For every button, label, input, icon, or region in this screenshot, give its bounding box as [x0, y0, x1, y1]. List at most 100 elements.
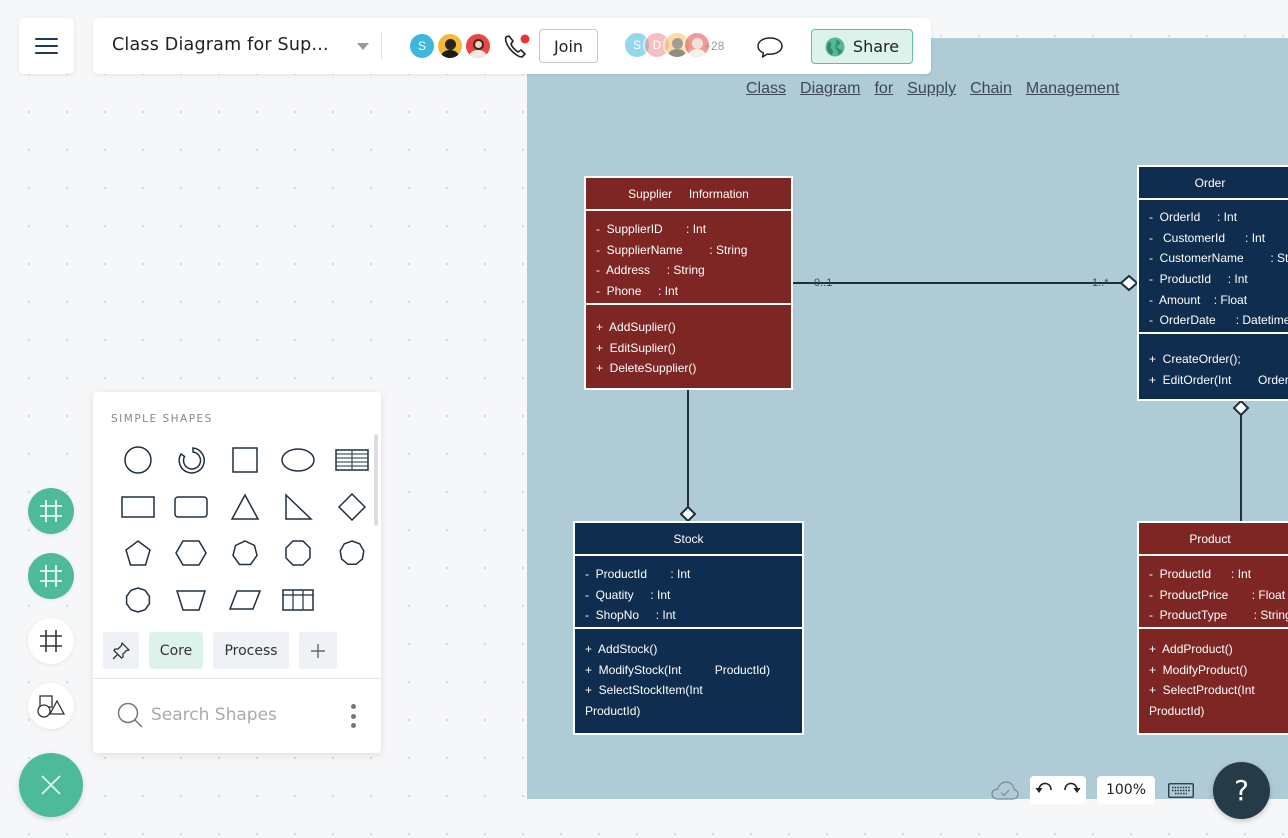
shape-rectangle[interactable] — [111, 484, 165, 531]
class-operations: + CreateOrder(); + EditOrder(Int OrderId… — [1139, 334, 1288, 390]
multiplicity-label: 0..1 — [814, 277, 833, 289]
operation-row: ProductId) — [1149, 704, 1205, 719]
top-toolbar: Class Diagram for Sup... S Join S D +28 … — [93, 18, 931, 74]
shapes-panel: SIMPLE SHAPES Core Process — [93, 392, 381, 753]
title-dropdown-caret-icon[interactable] — [357, 43, 369, 50]
attribute-row: - ProductId : Int — [585, 567, 691, 581]
hamburger-menu-icon — [35, 38, 58, 54]
attribute-row: - SupplierName : String — [596, 242, 748, 257]
shape-grid-table[interactable] — [272, 577, 326, 624]
class-operations: + AddProduct() + ModifyProduct() + Selec… — [1139, 629, 1288, 722]
operation-row: + EditSuplier() — [596, 340, 676, 355]
search-shapes-input[interactable] — [151, 705, 351, 725]
operation-row: ProductId) — [585, 704, 641, 719]
shapes-tool[interactable] — [28, 683, 74, 729]
operation-row: + AddSuplier() — [596, 320, 676, 334]
shape-trapezoid[interactable] — [165, 577, 219, 624]
document-title[interactable]: Class Diagram for Sup... — [112, 35, 329, 55]
phone-call-icon[interactable] — [502, 32, 532, 60]
more-options-icon[interactable] — [349, 704, 357, 728]
attribute-row: - OrderDate : Datetime — [1149, 313, 1288, 328]
frame-tool-3[interactable] — [28, 618, 74, 664]
shape-ring[interactable] — [165, 437, 219, 484]
shape-rounded-rectangle[interactable] — [165, 484, 219, 531]
shape-circle[interactable] — [111, 437, 165, 484]
library-tabs: Core Process — [103, 632, 337, 669]
toolbar-divider — [381, 32, 382, 60]
shape-square[interactable] — [218, 437, 272, 484]
attribute-row: - ProductId : Int — [1149, 567, 1252, 581]
attribute-row: - Address : String — [596, 263, 705, 278]
operation-row: + AddProduct() — [1149, 642, 1233, 656]
zoom-level[interactable]: 100% — [1097, 776, 1155, 804]
panel-scrollbar[interactable] — [374, 434, 378, 526]
shape-octagon[interactable] — [272, 530, 326, 577]
shape-ellipse[interactable] — [272, 437, 326, 484]
shape-pentagon[interactable] — [111, 530, 165, 577]
operation-row: + CreateOrder(); — [1149, 352, 1241, 366]
attribute-row: - Amount : Float — [1149, 292, 1248, 307]
attribute-row: - SupplierID : Int — [596, 222, 707, 236]
add-library-tab[interactable] — [299, 632, 337, 669]
close-panel-button[interactable] — [19, 753, 83, 817]
shapes-icon — [37, 695, 66, 718]
operation-row: + ModifyStock(Int ProductId) — [585, 662, 771, 677]
pin-tab[interactable] — [103, 632, 139, 669]
frame-icon — [40, 500, 62, 522]
frame-icon — [40, 565, 62, 587]
share-button[interactable]: Share — [811, 29, 913, 64]
class-name: Product — [1139, 523, 1288, 556]
viewers-more-count[interactable]: +28 — [704, 39, 724, 53]
redo-icon[interactable] — [1063, 780, 1081, 801]
operation-row: + EditOrder(Int OrderId) — [1149, 372, 1288, 387]
class-order[interactable]: Order - OrderId : Int - CustomerId : Int… — [1137, 165, 1288, 401]
share-label: Share — [852, 37, 900, 56]
collaborator-avatar[interactable]: S — [408, 32, 436, 60]
frame-icon — [40, 630, 62, 652]
search-icon — [117, 702, 143, 728]
collaborator-avatar[interactable] — [464, 32, 492, 60]
tab-core[interactable]: Core — [149, 632, 203, 669]
help-button[interactable]: ? — [1213, 762, 1270, 819]
operation-row: + AddStock() — [585, 642, 658, 656]
frame-tool-1[interactable] — [28, 488, 74, 534]
panel-divider — [93, 678, 381, 679]
keyboard-icon[interactable] — [1168, 783, 1194, 798]
attribute-row: - ProductPrice : Float — [1149, 587, 1286, 602]
class-supplier-information[interactable]: Supplier Information - SupplierID : Int … — [584, 176, 793, 390]
attribute-row: - CustomerName : String — [1149, 251, 1288, 266]
close-icon — [41, 775, 61, 795]
comment-icon[interactable] — [755, 34, 785, 60]
shape-nonagon[interactable] — [325, 530, 379, 577]
class-attributes: - ProductId : Int - ProductPrice : Float… — [1139, 556, 1288, 629]
shape-diamond[interactable] — [325, 484, 379, 531]
join-call-button[interactable]: Join — [539, 29, 598, 63]
class-name: Order — [1139, 167, 1288, 200]
operation-row: + DeleteSupplier() — [596, 361, 697, 376]
shape-table-lines[interactable] — [325, 437, 379, 484]
shape-search — [117, 702, 351, 728]
class-operations: + AddStock() + ModifyStock(Int ProductId… — [575, 629, 802, 722]
frame-tool-2[interactable] — [28, 553, 74, 599]
attribute-row: - ProductType : String — [1149, 608, 1288, 623]
menu-button[interactable] — [19, 18, 74, 74]
shape-heptagon[interactable] — [218, 530, 272, 577]
shape-hexagon[interactable] — [165, 530, 219, 577]
class-product[interactable]: Product - ProductId : Int - ProductPrice… — [1137, 521, 1288, 735]
class-name: Supplier Information — [586, 178, 791, 211]
collaborator-avatar[interactable] — [436, 32, 464, 60]
shape-triangle[interactable] — [218, 484, 272, 531]
attribute-row: - OrderId : Int — [1149, 210, 1238, 224]
tab-process[interactable]: Process — [213, 632, 289, 669]
shape-right-triangle[interactable] — [272, 484, 326, 531]
undo-redo-group — [1030, 776, 1086, 804]
shape-decagon[interactable] — [111, 577, 165, 624]
class-stock[interactable]: Stock - ProductId : Int - Quatity : Int … — [573, 521, 804, 735]
shape-parallelogram[interactable] — [218, 577, 272, 624]
cloud-check-icon — [991, 781, 1019, 800]
class-attributes: - ProductId : Int - Quatity : Int - Shop… — [575, 556, 802, 629]
undo-icon[interactable] — [1035, 780, 1053, 801]
operation-row: + SelectStockItem(Int — [585, 683, 703, 698]
operation-row: + ModifyProduct() — [1149, 662, 1248, 677]
diagram-title[interactable]: Class Diagram for Supply Chain Management — [746, 80, 1119, 98]
